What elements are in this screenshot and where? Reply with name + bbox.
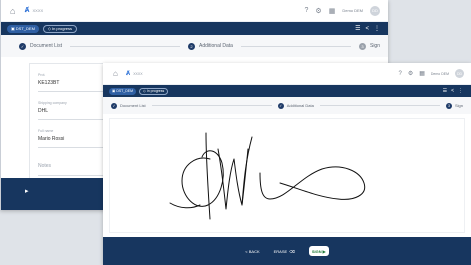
status-pill: ◇ In progress bbox=[139, 87, 169, 95]
document-icon: ▣ bbox=[112, 89, 116, 93]
document-pill-label: DST_DEM bbox=[116, 89, 134, 93]
status-pill-label: In progress bbox=[146, 89, 165, 93]
back-button[interactable]: < BACK bbox=[245, 249, 259, 254]
avatar[interactable]: DD bbox=[370, 5, 380, 16]
top-bar: ⌂ Ⱥ XXXX ? ⚙ ▦ Demo DEM DD bbox=[103, 63, 471, 85]
field-value: KE123BT bbox=[38, 80, 60, 86]
more-icon[interactable]: ⋮ bbox=[374, 25, 380, 32]
field-label: Shipping company bbox=[38, 101, 67, 105]
additional-data-form: Prot. KE123BT Shipping company DHL Full … bbox=[29, 63, 109, 181]
step-divider bbox=[69, 45, 181, 47]
sign-button[interactable]: SIGN ▶ bbox=[308, 246, 329, 256]
document-icon: ▣ bbox=[11, 26, 15, 31]
document-pill-label: DST_DEM bbox=[15, 26, 35, 31]
signature-actions-bar: < BACK ERASE ⌫ SIGN ▶ bbox=[103, 237, 471, 265]
more-icon[interactable]: ⋮ bbox=[458, 88, 463, 94]
step-divider bbox=[319, 105, 440, 106]
list-icon[interactable]: ☰ bbox=[355, 25, 360, 32]
step-sign[interactable]: 3 Sign bbox=[358, 42, 380, 50]
erase-button[interactable]: ERASE ⌫ bbox=[274, 249, 295, 254]
step-label: Sign bbox=[369, 43, 380, 49]
stepper: ✓ Document List 2 Additional Data 3 Sign bbox=[1, 35, 388, 57]
logo-mark-icon: Ⱥ bbox=[24, 7, 30, 14]
step-number-3: 3 bbox=[358, 42, 366, 50]
logo-mark-icon: Ⱥ bbox=[125, 70, 131, 77]
field-label: Notes bbox=[38, 163, 52, 169]
signature-pad[interactable] bbox=[109, 118, 465, 233]
list-icon[interactable]: ☰ bbox=[443, 88, 447, 94]
step-document-list[interactable]: ✓ Document List bbox=[111, 102, 146, 109]
stepper: ✓ Document List ✓ Additional Data 3 Sign bbox=[103, 97, 471, 114]
erase-label: ERASE bbox=[273, 248, 288, 254]
step-divider bbox=[240, 45, 351, 47]
arrow-right-icon: ▶ bbox=[322, 248, 326, 254]
field-value: Mario Rossi bbox=[38, 136, 65, 142]
help-icon[interactable]: ? bbox=[399, 71, 402, 77]
notes-field[interactable]: Notes bbox=[38, 154, 108, 176]
step-sign[interactable]: 3 Sign bbox=[446, 102, 464, 109]
app-logo: Ⱥ XXXX bbox=[24, 7, 43, 14]
progress-icon: ◇ bbox=[143, 89, 146, 93]
field-value: DHL bbox=[38, 108, 49, 114]
grid-icon[interactable]: ▦ bbox=[329, 7, 336, 15]
signature-window: ⌂ Ⱥ XXXX ? ⚙ ▦ Demo DEM DD ▣ DST_DEM ◇ In … bbox=[103, 63, 471, 265]
step-label: Additional Data bbox=[199, 43, 233, 49]
progress-icon: ◇ bbox=[47, 26, 51, 31]
step-additional-data[interactable]: ✓ Additional Data bbox=[277, 102, 314, 109]
logo-text: XXXX bbox=[133, 71, 143, 76]
step-document-list[interactable]: ✓ Document List bbox=[19, 42, 62, 50]
status-pill: ◇ In progress bbox=[42, 24, 77, 33]
share-icon[interactable]: < bbox=[365, 26, 369, 32]
check-icon: ✓ bbox=[277, 102, 284, 109]
top-actions: ? ⚙ ▦ Demo DEM DD bbox=[399, 69, 464, 78]
user-name: Demo DEM bbox=[342, 8, 363, 13]
document-bar-actions: ☰ < ⋮ bbox=[355, 25, 380, 33]
shipping-company-field[interactable]: Shipping company DHL bbox=[38, 98, 108, 120]
document-pill[interactable]: ▣ DST_DEM bbox=[109, 87, 137, 95]
field-label: Full name bbox=[38, 129, 54, 133]
document-bar: ▣ DST_DEM ◇ In progress ☰ < ⋮ bbox=[103, 85, 471, 97]
gear-icon[interactable]: ⚙ bbox=[315, 7, 321, 15]
top-bar: ⌂ Ⱥ XXXX ? ⚙ ▦ Demo DEM DD bbox=[1, 0, 388, 22]
check-icon: ✓ bbox=[111, 102, 117, 109]
full-name-field[interactable]: Full name Mario Rossi bbox=[38, 126, 108, 148]
top-actions: ? ⚙ ▦ Demo DEM DD bbox=[305, 5, 380, 16]
document-pill[interactable]: ▣ DST_DEM bbox=[7, 24, 39, 33]
eraser-icon: ⌫ bbox=[289, 248, 295, 254]
help-icon[interactable]: ? bbox=[305, 7, 309, 14]
field-label: Prot. bbox=[38, 73, 46, 77]
step-additional-data[interactable]: 2 Additional Data bbox=[188, 42, 233, 50]
grid-icon[interactable]: ▦ bbox=[419, 70, 425, 77]
home-icon[interactable]: ⌂ bbox=[113, 69, 118, 78]
document-bar: ▣ DST_DEM ◇ In progress ☰ < ⋮ bbox=[1, 22, 388, 35]
share-icon[interactable]: < bbox=[451, 88, 454, 94]
gear-icon[interactable]: ⚙ bbox=[408, 70, 413, 77]
user-name: Demo DEM bbox=[430, 71, 449, 76]
mouse-cursor-icon: ▸ bbox=[25, 188, 29, 195]
app-logo: Ⱥ XXXX bbox=[126, 71, 143, 77]
signature-drawing bbox=[169, 132, 366, 220]
document-bar-actions: ☰ < ⋮ bbox=[443, 88, 463, 94]
step-label: Sign bbox=[455, 103, 464, 108]
step-label: Additional Data bbox=[286, 103, 314, 108]
step-divider bbox=[151, 105, 272, 106]
step-label: Document List bbox=[30, 43, 62, 49]
logo-text: XXXX bbox=[32, 8, 44, 13]
step-number-2: 2 bbox=[188, 42, 196, 50]
status-pill-label: In progress bbox=[51, 26, 72, 31]
home-icon[interactable]: ⌂ bbox=[10, 6, 15, 16]
step-label: Document List bbox=[120, 103, 146, 108]
sign-label: SIGN bbox=[311, 248, 322, 254]
prot-field[interactable]: Prot. KE123BT bbox=[38, 70, 108, 92]
step-number-3: 3 bbox=[446, 102, 452, 109]
check-icon: ✓ bbox=[19, 42, 26, 50]
avatar[interactable]: DD bbox=[455, 69, 464, 78]
